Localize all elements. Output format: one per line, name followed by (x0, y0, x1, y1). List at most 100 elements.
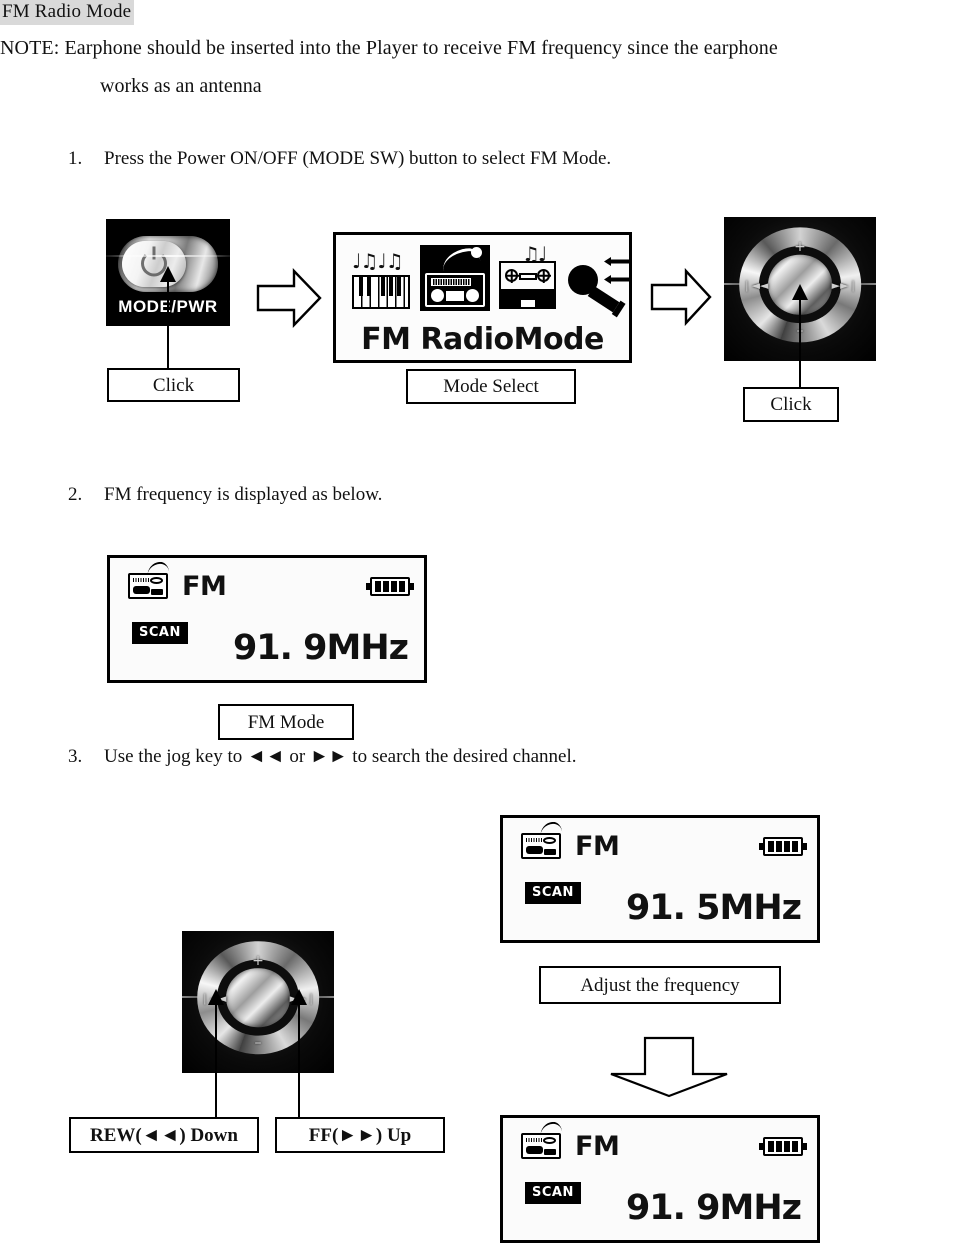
scan-badge: SCAN (132, 622, 188, 644)
flow-arrow-down (607, 1036, 731, 1098)
leader-arrow-click-1 (160, 266, 176, 282)
radio-speaker-glyph (133, 586, 150, 594)
callout-rew: REW(◄◄) Down (69, 1117, 259, 1153)
fm-display-step2-topbar: FM (128, 561, 414, 604)
callout-fm-mode: FM Mode (218, 704, 354, 740)
callout-click-power: Click (107, 368, 240, 402)
leader-line-click-2 (799, 300, 801, 388)
scan-badge: SCAN (525, 1182, 581, 1204)
radio-body-glyph (425, 273, 485, 307)
callout-adjust-frequency-text: Adjust the frequency (580, 974, 740, 996)
tuner-scale-glyph (431, 278, 471, 286)
radio-grille-glyph (526, 837, 542, 842)
callout-adjust-frequency: Adjust the frequency (539, 966, 781, 1004)
antenna-tip-glyph (471, 247, 482, 258)
cassette-reel-right (537, 269, 550, 282)
flow-arrow-1 (256, 268, 322, 328)
page-title: FM Radio Mode (0, 0, 135, 25)
note-line-2: works as an antenna (100, 75, 262, 97)
mode-display-title: FM RadioMode (361, 322, 604, 357)
frequency-value: 91. 9MHz (232, 628, 409, 668)
radio-grille-glyph (526, 1137, 542, 1142)
callout-rew-text: REW(◄◄) Down (90, 1124, 238, 1146)
step-1-text: Press the Power ON/OFF (MODE SW) button … (104, 148, 612, 169)
cassette-notch-glyph (520, 300, 535, 307)
jog-mark-up: + (252, 952, 264, 969)
jog-mark-next: ►►❘ (831, 279, 858, 293)
radio-buttons-glyph (543, 1148, 556, 1155)
radio-antenna-icon (146, 561, 170, 577)
callout-ff-text: FF(►►) Up (308, 1124, 412, 1146)
callout-mode-select: Mode Select (406, 369, 576, 404)
radio-knob-right (466, 289, 479, 302)
step-2: 2. FM frequency is displayed as below. (68, 482, 382, 508)
photo-highlight (106, 255, 230, 258)
mic-arrow-top-icon (604, 257, 630, 266)
fm-display-step2: FM SCAN 91. 9MHz (107, 555, 427, 683)
callout-fm-mode-text: FM Mode (247, 711, 325, 733)
leader-arrow-ff (291, 989, 307, 1005)
radio-speaker-glyph (526, 1146, 543, 1154)
fm-display-after: FM SCAN 91. 9MHz (500, 1115, 820, 1243)
flow-arrow-2 (650, 267, 712, 327)
radio-icon (521, 821, 563, 859)
frequency-value: 91. 9MHz (625, 1188, 802, 1228)
radio-antenna-icon (539, 821, 563, 837)
step-3-number: 3. (68, 746, 83, 767)
jog-center-knob (226, 967, 290, 1028)
step-1: 1. Press the Power ON/OFF (MODE SW) butto… (68, 146, 611, 172)
piano-keys-glyph (352, 275, 410, 309)
mode-icon-row: ♩♫♩♫ ♫♩ (350, 243, 630, 313)
fm-display-before-topbar: FM (521, 821, 807, 864)
microphone-mode-icon (566, 247, 632, 313)
radio-dial-glyph (149, 577, 163, 584)
leader-arrow-click-2 (792, 284, 808, 300)
fm-mode-label: FM (182, 570, 227, 602)
callout-click-jog: Click (743, 387, 839, 422)
leader-line-ff (298, 1005, 300, 1118)
step-3: 3. Use the jog key to ◄◄ or ►► to search … (68, 744, 577, 770)
fm-mode-label: FM (575, 1130, 620, 1162)
radio-mode-icon (420, 245, 490, 311)
radio-buttons-glyph (543, 848, 556, 855)
jog-mark-up: + (794, 239, 806, 256)
jog-mark-down: – (254, 1035, 262, 1052)
power-slider-knob (122, 241, 186, 287)
cassette-band-glyph (501, 289, 554, 307)
step-2-number: 2. (68, 484, 83, 505)
callout-click-jog-text: Click (770, 394, 812, 415)
leader-line-click-1 (167, 282, 169, 368)
radio-grille-glyph (133, 577, 149, 582)
radio-antenna-icon (539, 1121, 563, 1137)
leader-line-rew (215, 1005, 217, 1118)
step-2-text: FM frequency is displayed as below. (104, 484, 383, 505)
fm-mode-label: FM (575, 830, 620, 862)
radio-dial-glyph (542, 837, 556, 844)
cassette-reel-left (505, 269, 518, 282)
radio-dial-glyph (542, 1137, 556, 1144)
battery-icon (759, 836, 807, 856)
fm-display-before: FM SCAN 91. 5MHz (500, 815, 820, 943)
radio-buttons-glyph (150, 588, 163, 595)
battery-icon (759, 1136, 807, 1156)
cassette-shell-glyph (499, 261, 556, 309)
fm-display-after-topbar: FM (521, 1121, 807, 1164)
callout-ff: FF(►►) Up (275, 1117, 445, 1153)
callout-click-power-text: Click (152, 374, 195, 396)
radio-display-glyph (446, 291, 464, 301)
mic-arrow-bottom-icon (604, 275, 630, 284)
jog-dial-photo-2: + – ❘◄◄ ►►❘ (182, 931, 334, 1073)
radio-icon (128, 561, 170, 599)
mic-handle-glyph (587, 285, 620, 313)
radio-knob-left (431, 289, 444, 302)
frequency-value: 91. 5MHz (625, 888, 802, 928)
cassette-mode-icon: ♫♩ (498, 243, 558, 311)
radio-icon (521, 1121, 563, 1159)
piano-music-icon: ♩♫♩♫ (350, 247, 412, 311)
mode-select-display: ♩♫♩♫ ♫♩ FM RadioMode (333, 232, 632, 363)
radio-speaker-glyph (526, 846, 543, 854)
leader-arrow-rew (208, 989, 224, 1005)
cassette-window-glyph (518, 273, 537, 280)
jog-mark-prev: ❘◄◄ (742, 279, 769, 293)
scan-badge: SCAN (525, 882, 581, 904)
